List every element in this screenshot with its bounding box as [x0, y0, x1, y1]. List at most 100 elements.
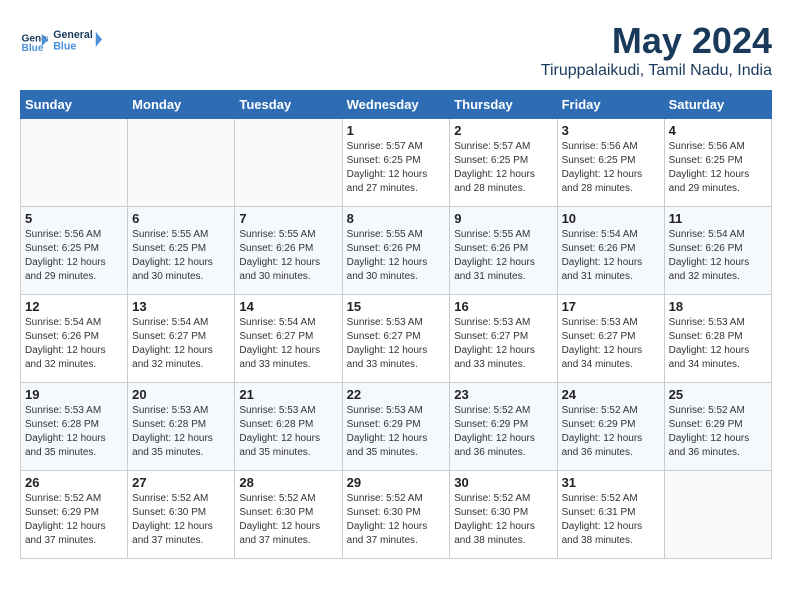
calendar-cell: 27Sunrise: 5:52 AM Sunset: 6:30 PM Dayli…: [128, 471, 235, 559]
calendar-table: SundayMondayTuesdayWednesdayThursdayFrid…: [20, 90, 772, 559]
week-row-2: 5 Sunrise: 5:56 AM Sunset: 6:25 PM Daylig…: [21, 207, 772, 295]
day-info: Sunrise: 5:54 AM Sunset: 6:26 PM Dayligh…: [669, 228, 767, 284]
day-number: 11: [669, 211, 767, 226]
day-number: 7: [239, 211, 337, 226]
day-info: Sunrise: 5:55 AM Sunset: 6:26 PM Dayligh…: [347, 228, 446, 284]
day-info: Sunrise: 5:53 AM Sunset: 6:29 PM Dayligh…: [347, 404, 446, 460]
calendar-cell: 20 Sunrise: 5:53 AM Sunset: 6:28 PM Dayli…: [128, 383, 235, 471]
day-number: 28: [239, 475, 337, 490]
calendar-cell: 26Sunrise: 5:52 AM Sunset: 6:29 PM Dayli…: [21, 471, 128, 559]
logo: General Blue General Blue: [20, 20, 102, 60]
general-blue-logo-graphic: General Blue: [52, 20, 102, 60]
day-info: Sunrise: 5:54 AM Sunset: 6:27 PM Dayligh…: [239, 316, 337, 372]
weekday-header-sunday: Sunday: [21, 91, 128, 119]
day-number: 8: [347, 211, 446, 226]
calendar-cell: 23 Sunrise: 5:52 AM Sunset: 6:29 PM Dayli…: [450, 383, 557, 471]
day-number: 9: [454, 211, 552, 226]
day-info: Sunrise: 5:56 AM Sunset: 6:25 PM Dayligh…: [25, 228, 123, 284]
calendar-cell: 11 Sunrise: 5:54 AM Sunset: 6:26 PM Dayli…: [664, 207, 771, 295]
calendar-cell: 15 Sunrise: 5:53 AM Sunset: 6:27 PM Dayli…: [342, 295, 450, 383]
calendar-cell: 12Sunrise: 5:54 AM Sunset: 6:26 PM Dayli…: [21, 295, 128, 383]
day-number: 15: [347, 299, 446, 314]
day-info: Sunrise: 5:54 AM Sunset: 6:27 PM Dayligh…: [132, 316, 230, 372]
calendar-cell: 8 Sunrise: 5:55 AM Sunset: 6:26 PM Daylig…: [342, 207, 450, 295]
day-number: 6: [132, 211, 230, 226]
day-number: 20: [132, 387, 230, 402]
day-info: Sunrise: 5:53 AM Sunset: 6:28 PM Dayligh…: [132, 404, 230, 460]
day-info: Sunrise: 5:57 AM Sunset: 6:25 PM Dayligh…: [454, 140, 552, 196]
day-info: Sunrise: 5:52 AM Sunset: 6:30 PM Dayligh…: [347, 492, 446, 548]
day-info: Sunrise: 5:54 AM Sunset: 6:26 PM Dayligh…: [25, 316, 123, 372]
day-number: 5: [25, 211, 123, 226]
calendar-cell: 28 Sunrise: 5:52 AM Sunset: 6:30 PM Dayli…: [235, 471, 342, 559]
day-number: 29: [347, 475, 446, 490]
day-number: 18: [669, 299, 767, 314]
day-number: 1: [347, 123, 446, 138]
day-number: 30: [454, 475, 552, 490]
day-info: Sunrise: 5:56 AM Sunset: 6:25 PM Dayligh…: [562, 140, 660, 196]
calendar-cell: [21, 119, 128, 207]
calendar-cell: 25Sunrise: 5:52 AM Sunset: 6:29 PM Dayli…: [664, 383, 771, 471]
weekday-header-wednesday: Wednesday: [342, 91, 450, 119]
day-info: Sunrise: 5:52 AM Sunset: 6:31 PM Dayligh…: [562, 492, 660, 548]
calendar-cell: [235, 119, 342, 207]
day-info: Sunrise: 5:53 AM Sunset: 6:28 PM Dayligh…: [25, 404, 123, 460]
week-row-4: 19 Sunrise: 5:53 AM Sunset: 6:28 PM Dayli…: [21, 383, 772, 471]
calendar-cell: 6 Sunrise: 5:55 AM Sunset: 6:25 PM Daylig…: [128, 207, 235, 295]
day-number: 22: [347, 387, 446, 402]
logo-icon: General Blue: [20, 26, 48, 54]
calendar-cell: 2 Sunrise: 5:57 AM Sunset: 6:25 PM Daylig…: [450, 119, 557, 207]
day-number: 14: [239, 299, 337, 314]
week-row-1: 1 Sunrise: 5:57 AM Sunset: 6:25 PM Daylig…: [21, 119, 772, 207]
day-number: 19: [25, 387, 123, 402]
location: Tiruppalaikudi, Tamil Nadu, India: [541, 62, 772, 80]
day-number: 23: [454, 387, 552, 402]
day-info: Sunrise: 5:55 AM Sunset: 6:25 PM Dayligh…: [132, 228, 230, 284]
day-number: 31: [562, 475, 660, 490]
calendar-cell: [128, 119, 235, 207]
week-row-3: 12Sunrise: 5:54 AM Sunset: 6:26 PM Dayli…: [21, 295, 772, 383]
page-header: General Blue General Blue May 2024 Tirup…: [20, 20, 772, 80]
calendar-cell: 5 Sunrise: 5:56 AM Sunset: 6:25 PM Daylig…: [21, 207, 128, 295]
day-info: Sunrise: 5:53 AM Sunset: 6:27 PM Dayligh…: [454, 316, 552, 372]
day-number: 24: [562, 387, 660, 402]
svg-text:Blue: Blue: [22, 43, 44, 54]
day-info: Sunrise: 5:53 AM Sunset: 6:27 PM Dayligh…: [562, 316, 660, 372]
weekday-header-saturday: Saturday: [664, 91, 771, 119]
calendar-cell: 22 Sunrise: 5:53 AM Sunset: 6:29 PM Dayli…: [342, 383, 450, 471]
day-info: Sunrise: 5:56 AM Sunset: 6:25 PM Dayligh…: [669, 140, 767, 196]
calendar-cell: 31 Sunrise: 5:52 AM Sunset: 6:31 PM Dayli…: [557, 471, 664, 559]
svg-text:Blue: Blue: [53, 40, 76, 52]
calendar-cell: 10Sunrise: 5:54 AM Sunset: 6:26 PM Dayli…: [557, 207, 664, 295]
day-info: Sunrise: 5:53 AM Sunset: 6:28 PM Dayligh…: [669, 316, 767, 372]
day-number: 16: [454, 299, 552, 314]
day-info: Sunrise: 5:52 AM Sunset: 6:29 PM Dayligh…: [454, 404, 552, 460]
svg-text:General: General: [53, 29, 93, 41]
day-info: Sunrise: 5:53 AM Sunset: 6:27 PM Dayligh…: [347, 316, 446, 372]
day-info: Sunrise: 5:55 AM Sunset: 6:26 PM Dayligh…: [454, 228, 552, 284]
day-number: 21: [239, 387, 337, 402]
day-number: 17: [562, 299, 660, 314]
calendar-cell: [664, 471, 771, 559]
weekday-header-friday: Friday: [557, 91, 664, 119]
day-info: Sunrise: 5:52 AM Sunset: 6:29 PM Dayligh…: [669, 404, 767, 460]
weekday-header-tuesday: Tuesday: [235, 91, 342, 119]
day-info: Sunrise: 5:57 AM Sunset: 6:25 PM Dayligh…: [347, 140, 446, 196]
day-number: 2: [454, 123, 552, 138]
calendar-cell: 30 Sunrise: 5:52 AM Sunset: 6:30 PM Dayli…: [450, 471, 557, 559]
day-number: 4: [669, 123, 767, 138]
day-number: 3: [562, 123, 660, 138]
calendar-cell: 7Sunrise: 5:55 AM Sunset: 6:26 PM Daylig…: [235, 207, 342, 295]
day-info: Sunrise: 5:52 AM Sunset: 6:30 PM Dayligh…: [239, 492, 337, 548]
day-info: Sunrise: 5:52 AM Sunset: 6:30 PM Dayligh…: [454, 492, 552, 548]
day-number: 13: [132, 299, 230, 314]
calendar-cell: 1 Sunrise: 5:57 AM Sunset: 6:25 PM Daylig…: [342, 119, 450, 207]
calendar-cell: 14 Sunrise: 5:54 AM Sunset: 6:27 PM Dayli…: [235, 295, 342, 383]
calendar-cell: 16 Sunrise: 5:53 AM Sunset: 6:27 PM Dayli…: [450, 295, 557, 383]
weekday-header-thursday: Thursday: [450, 91, 557, 119]
day-info: Sunrise: 5:52 AM Sunset: 6:29 PM Dayligh…: [25, 492, 123, 548]
calendar-cell: 13 Sunrise: 5:54 AM Sunset: 6:27 PM Dayli…: [128, 295, 235, 383]
calendar-cell: 18 Sunrise: 5:53 AM Sunset: 6:28 PM Dayli…: [664, 295, 771, 383]
weekday-header-row: SundayMondayTuesdayWednesdayThursdayFrid…: [21, 91, 772, 119]
calendar-cell: 21Sunrise: 5:53 AM Sunset: 6:28 PM Dayli…: [235, 383, 342, 471]
